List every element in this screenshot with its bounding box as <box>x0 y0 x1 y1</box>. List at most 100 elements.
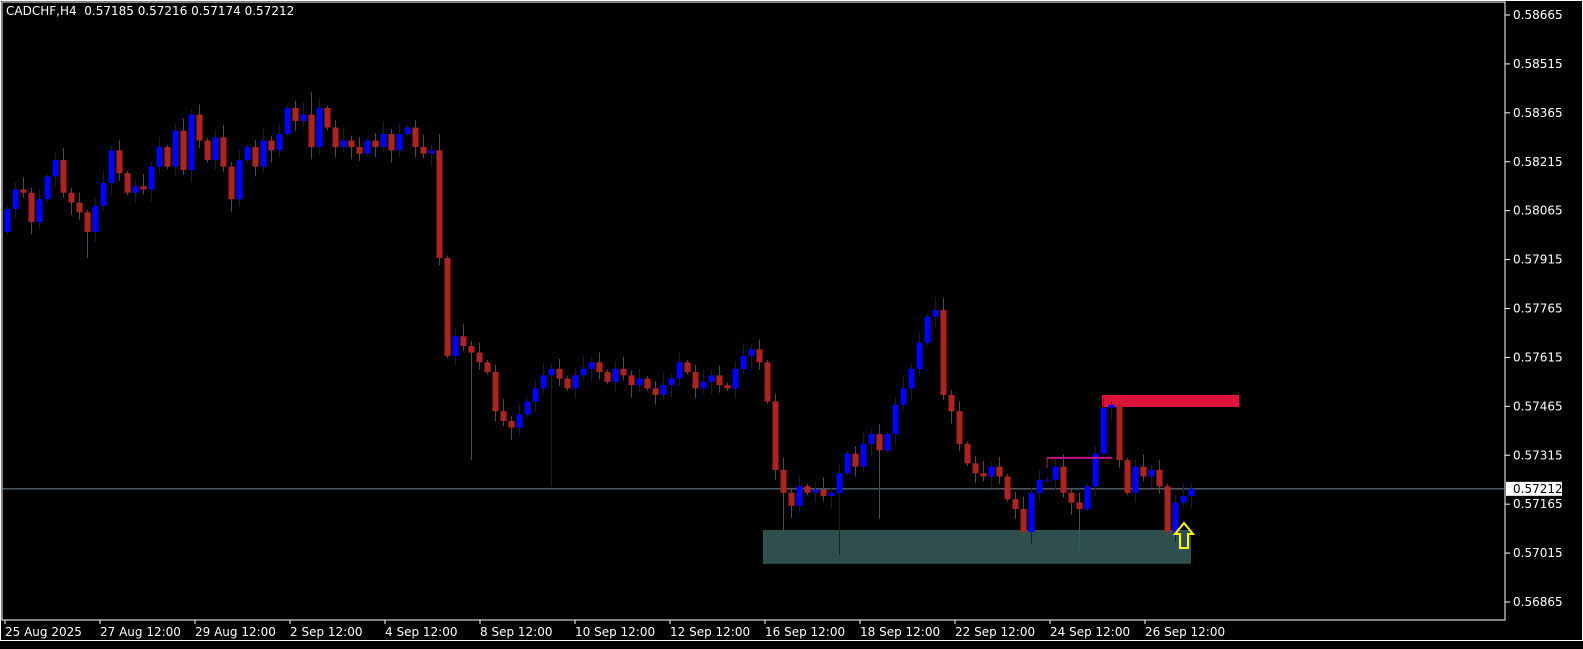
candle <box>868 429 875 457</box>
candle-body <box>1028 492 1035 532</box>
candle <box>852 446 859 477</box>
x-tick-label: 25 Aug 2025 <box>5 625 82 639</box>
candle <box>1132 459 1139 503</box>
current-price-label: 0.57212 <box>1513 482 1563 496</box>
candle <box>388 129 395 163</box>
candle-body <box>876 434 883 451</box>
candle-body <box>572 375 579 389</box>
candle-body <box>836 473 843 493</box>
candle-body <box>980 473 987 477</box>
candle-body <box>924 316 931 343</box>
candle <box>356 137 363 161</box>
candle-body <box>388 134 395 151</box>
candle-body <box>788 492 795 506</box>
candle <box>1044 477 1051 483</box>
candle <box>164 144 171 170</box>
candle <box>108 145 115 196</box>
candle-body <box>44 176 51 200</box>
candle-body <box>1100 407 1107 454</box>
candle-body <box>516 414 523 428</box>
candle <box>1052 459 1059 490</box>
y-tick-label: 0.57015 <box>1513 546 1563 560</box>
y-tick-label: 0.57615 <box>1513 350 1563 364</box>
candle-body <box>300 114 307 121</box>
candle <box>76 192 83 220</box>
candle-body <box>524 401 531 415</box>
candle-body <box>68 192 75 203</box>
candle-body <box>60 160 67 193</box>
candle-body <box>12 189 19 210</box>
candle-body <box>484 362 491 373</box>
candle <box>28 187 35 235</box>
candle-body <box>604 372 611 382</box>
candle <box>948 390 955 424</box>
candle <box>332 120 339 157</box>
candle <box>180 118 187 175</box>
candle <box>148 161 155 202</box>
candle <box>524 398 531 417</box>
candle-body <box>1076 502 1083 510</box>
candle <box>292 100 299 131</box>
candle-body <box>644 378 651 389</box>
candle <box>916 332 923 377</box>
candle <box>252 139 259 177</box>
candle-body <box>1124 460 1131 493</box>
candle <box>436 134 443 266</box>
candle <box>564 376 571 391</box>
candle-body <box>1188 488 1195 497</box>
candle-body <box>612 368 619 382</box>
candle <box>260 128 267 172</box>
candle-body <box>988 466 995 477</box>
candle <box>924 314 931 346</box>
x-tick-label: 24 Sep 12:00 <box>1050 625 1130 639</box>
candle-body <box>996 466 1003 477</box>
candle <box>532 381 539 412</box>
candle-body <box>660 385 667 395</box>
candle <box>1124 457 1131 496</box>
candle-body <box>468 346 475 353</box>
candlestick-chart: 0.58665 0.58515 0.58365 0.58215 0.58065 0.579… <box>0 0 1583 641</box>
x-tick-label: 8 Sep 12:00 <box>480 625 552 639</box>
candle-body <box>596 362 603 373</box>
candle-body <box>308 114 315 148</box>
candle <box>940 297 947 400</box>
candle-body <box>268 140 275 151</box>
candle-body <box>1052 466 1059 480</box>
candle <box>36 189 43 230</box>
chart-header: CADCHF,H4 0.57185 0.57216 0.57174 0.5721… <box>6 4 294 18</box>
candle <box>396 124 403 158</box>
candle <box>980 460 987 482</box>
candle-body <box>852 453 859 467</box>
candle <box>284 105 291 137</box>
candle-body <box>868 434 875 444</box>
candle <box>52 152 59 187</box>
candle <box>772 394 779 480</box>
candle-body <box>1004 476 1011 500</box>
candle <box>1084 483 1091 512</box>
candle <box>748 344 755 369</box>
candle-body <box>196 114 203 141</box>
candle-body <box>324 107 331 128</box>
candle <box>716 365 723 393</box>
candle <box>884 431 891 453</box>
candle <box>1188 483 1195 509</box>
candle-body <box>1132 466 1139 493</box>
candle-body <box>732 368 739 389</box>
x-tick-label: 12 Sep 12:00 <box>670 625 750 639</box>
candle <box>700 369 707 394</box>
candle <box>556 359 563 386</box>
candle-body <box>1044 479 1051 481</box>
candle <box>708 370 715 395</box>
candle <box>1004 474 1011 502</box>
candle <box>572 368 579 399</box>
candle <box>228 161 235 212</box>
candle <box>316 98 323 155</box>
candle <box>276 124 283 158</box>
candle-body <box>764 362 771 402</box>
candle-body <box>740 355 747 369</box>
candle-body <box>964 443 971 464</box>
candle-body <box>292 107 299 121</box>
candle-body <box>92 205 99 232</box>
candle-body <box>652 388 659 395</box>
candle <box>460 323 467 351</box>
